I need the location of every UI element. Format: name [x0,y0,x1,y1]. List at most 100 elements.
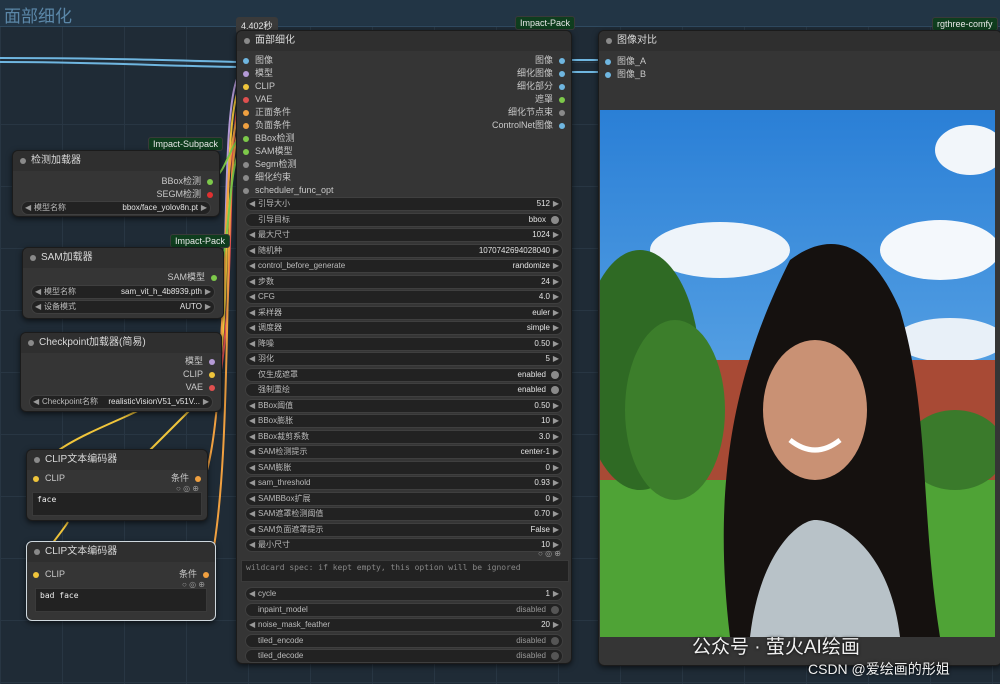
arrow-left-icon[interactable]: ◀ [249,307,255,319]
arrow-right-icon[interactable]: ▶ [553,588,559,600]
input-slot[interactable]: 图像 [243,54,273,66]
output-port[interactable] [207,178,213,185]
toggle-icon[interactable] [551,636,559,645]
node-title-bar[interactable]: CLIP文本编码器 [27,542,215,562]
input-port[interactable] [243,57,249,64]
widget-12[interactable]: 强制重绘 enabled [245,383,563,397]
output-port[interactable] [559,122,565,129]
arrow-left-icon[interactable]: ◀ [33,396,39,408]
arrow-left-icon[interactable]: ◀ [249,446,255,458]
node-title-bar[interactable]: 图像对比 [599,31,1000,51]
arrow-right-icon[interactable]: ▶ [553,415,559,427]
arrow-left-icon[interactable]: ◀ [249,477,255,489]
arrow-left-icon[interactable]: ◀ [249,260,255,272]
widget-21[interactable]: ◀ SAM负面遮罩提示 False ▶ [245,522,563,537]
widget-3[interactable]: ◀ 随机种 1070742694028040 ▶ [245,243,563,258]
widget-20[interactable]: ◀ SAM遮罩检测阈值 0.70 ▶ [245,507,563,521]
sam-loader-node[interactable]: SAM加载器 SAM模型 ◀ 模型名称 sam_vit_h_4b8939.pth ▶ … [22,247,224,319]
arrow-right-icon[interactable]: ▶ [203,396,209,408]
input-port[interactable] [243,135,249,142]
collapse-dot-icon[interactable] [28,340,34,346]
arrow-right-icon[interactable]: ▶ [553,291,559,303]
arrow-left-icon[interactable]: ◀ [249,338,255,350]
input-slot[interactable]: 模型 [243,67,273,79]
widget-19[interactable]: ◀ SAMBBox扩展 0 ▶ [245,491,563,506]
clip-encoder-node-1[interactable]: CLIP文本编码器 CLIP 条件 ○ ◎ ⊕ face [26,449,208,521]
arrow-left-icon[interactable]: ◀ [25,202,31,214]
wildcard-textarea[interactable]: wildcard spec: if kept empty, this optio… [241,560,569,582]
detector-loader-node[interactable]: 检测加载器 BBox检测 SEGM检测 ◀ 模型名称 bbox/face_yolov… [12,150,220,217]
toggle-icon[interactable] [551,215,559,224]
arrow-left-icon[interactable]: ◀ [249,508,255,520]
arrow-right-icon[interactable]: ▶ [553,446,559,458]
input-slot[interactable]: 负面条件 [243,119,291,131]
widget-2[interactable]: ◀ 最大尺寸 1024 ▶ [245,228,563,242]
input-port[interactable] [605,71,611,78]
arrow-right-icon[interactable]: ▶ [553,229,559,241]
input-slot[interactable]: BBox检测 [243,132,295,144]
arrow-left-icon[interactable]: ◀ [249,322,255,334]
output-port[interactable] [559,57,565,64]
extra-widget-4[interactable]: tiled_decode disabled [245,649,563,663]
widget-13[interactable]: ◀ BBox阈值 0.50 ▶ [245,398,563,413]
output-slot[interactable]: 细化节点束 [508,106,565,118]
extra-widget-0[interactable]: ◀ cycle 1 ▶ [245,587,563,601]
arrow-left-icon[interactable]: ◀ [249,619,255,631]
input-slot[interactable]: Segm检测 [243,158,297,170]
arrow-right-icon[interactable]: ▶ [553,353,559,365]
arrow-left-icon[interactable]: ◀ [35,301,41,313]
arrow-left-icon[interactable]: ◀ [249,276,255,288]
node-title-bar[interactable]: 面部细化 [237,31,571,51]
output-port[interactable] [559,96,565,103]
extra-widget-2[interactable]: ◀ noise_mask_feather 20 ▶ [245,618,563,632]
output-port[interactable] [207,191,213,198]
arrow-left-icon[interactable]: ◀ [35,286,41,298]
prompt-textarea-1[interactable]: face [32,492,202,516]
arrow-right-icon[interactable]: ▶ [553,524,559,536]
collapse-dot-icon[interactable] [20,158,26,164]
input-port[interactable] [605,58,611,65]
input-slot[interactable]: 细化约束 [243,171,291,183]
widget-14[interactable]: ◀ BBox膨胀 10 ▶ [245,414,563,428]
device-select[interactable]: ◀ 设备模式 AUTO ▶ [31,300,215,314]
arrow-right-icon[interactable]: ▶ [553,198,559,210]
input-port[interactable] [243,161,249,168]
extra-widget-3[interactable]: tiled_encode disabled [245,633,563,648]
face-detailer-node[interactable]: 面部细化 图像 模型 CLIP VAE 正面条件 负面条件 BBox检测 SAM模型 Segm检… [236,30,572,664]
group-header[interactable] [0,0,1000,27]
arrow-left-icon[interactable]: ◀ [249,198,255,210]
arrow-left-icon[interactable]: ◀ [249,353,255,365]
input-port[interactable] [243,174,249,181]
widget-5[interactable]: ◀ 步数 24 ▶ [245,274,563,289]
toggle-icon[interactable] [551,652,559,660]
arrow-left-icon[interactable]: ◀ [249,245,255,257]
output-slot[interactable]: 细化图像 [517,67,565,79]
collapse-dot-icon[interactable] [606,38,612,44]
collapse-dot-icon[interactable] [244,38,250,44]
output-port[interactable] [211,274,217,281]
node-title-bar[interactable]: SAM加载器 [23,248,223,268]
input-port[interactable] [243,96,249,103]
input-slot[interactable]: VAE [243,93,272,105]
arrow-right-icon[interactable]: ▶ [553,307,559,319]
output-port[interactable] [209,371,215,378]
widget-4[interactable]: ◀ control_before_generate randomize ▶ [245,259,563,273]
arrow-right-icon[interactable]: ▶ [553,619,559,631]
extra-widget-1[interactable]: inpaint_model disabled [245,602,563,617]
widget-17[interactable]: ◀ SAM膨胀 0 ▶ [245,460,563,475]
arrow-right-icon[interactable]: ▶ [553,477,559,489]
input-port[interactable] [243,187,249,194]
arrow-left-icon[interactable]: ◀ [249,539,255,551]
arrow-right-icon[interactable]: ▶ [553,431,559,443]
widget-6[interactable]: ◀ CFG 4.0 ▶ [245,290,563,304]
arrow-left-icon[interactable]: ◀ [249,431,255,443]
checkpoint-loader-node[interactable]: Checkpoint加载器(简易) 模型 CLIP VAE ◀ Checkpoin… [20,332,222,412]
arrow-right-icon[interactable]: ▶ [205,286,211,298]
arrow-right-icon[interactable]: ▶ [553,508,559,520]
sam-model-select[interactable]: ◀ 模型名称 sam_vit_h_4b8939.pth ▶ [31,285,215,299]
node-title-bar[interactable]: 检测加载器 [13,151,219,171]
widget-15[interactable]: ◀ BBox裁剪系数 3.0 ▶ [245,429,563,444]
output-port[interactable] [195,475,201,482]
output-slot[interactable]: ControlNet图像 [492,119,565,131]
arrow-left-icon[interactable]: ◀ [249,524,255,536]
